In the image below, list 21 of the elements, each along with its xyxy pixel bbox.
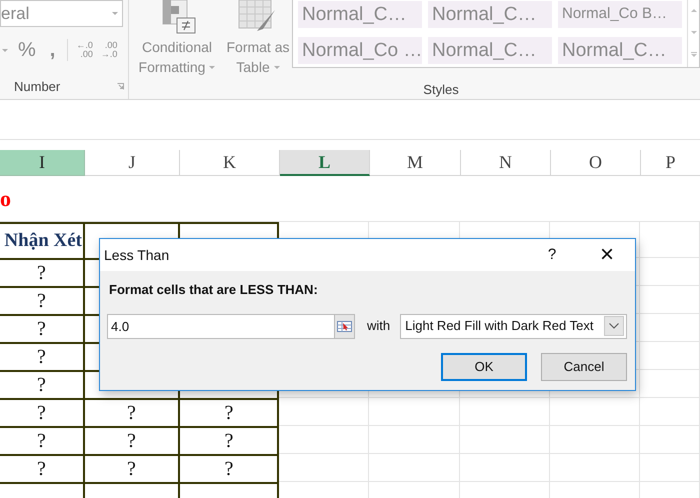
title-text: o — [0, 185, 11, 213]
table-cell: ? — [85, 400, 180, 426]
group-label: Number — [14, 78, 60, 96]
table-cell: ? — [0, 400, 85, 426]
table-cell: ? — [85, 456, 180, 482]
table-cell: ? — [0, 428, 85, 454]
group-label: Styles — [423, 80, 459, 99]
table-cell: ? — [0, 316, 85, 342]
with-label: with — [367, 317, 390, 336]
table-cell-text: ? — [224, 429, 234, 454]
table-cell: ? — [0, 372, 85, 398]
table-cell: ? — [0, 260, 85, 286]
table-cell-text: ? — [224, 457, 234, 482]
table-cell: ? — [0, 288, 85, 314]
table-cell: ? — [0, 456, 85, 482]
prompt-label: Format cells that are LESS THAN: — [109, 281, 319, 299]
table-cell: ? — [0, 344, 85, 370]
table-header-cell: Nhận Xét — [0, 224, 85, 258]
dialog-title: Less Than — [104, 246, 170, 264]
table-cell-text: ? — [224, 401, 234, 426]
table-cell: ? — [85, 428, 180, 454]
